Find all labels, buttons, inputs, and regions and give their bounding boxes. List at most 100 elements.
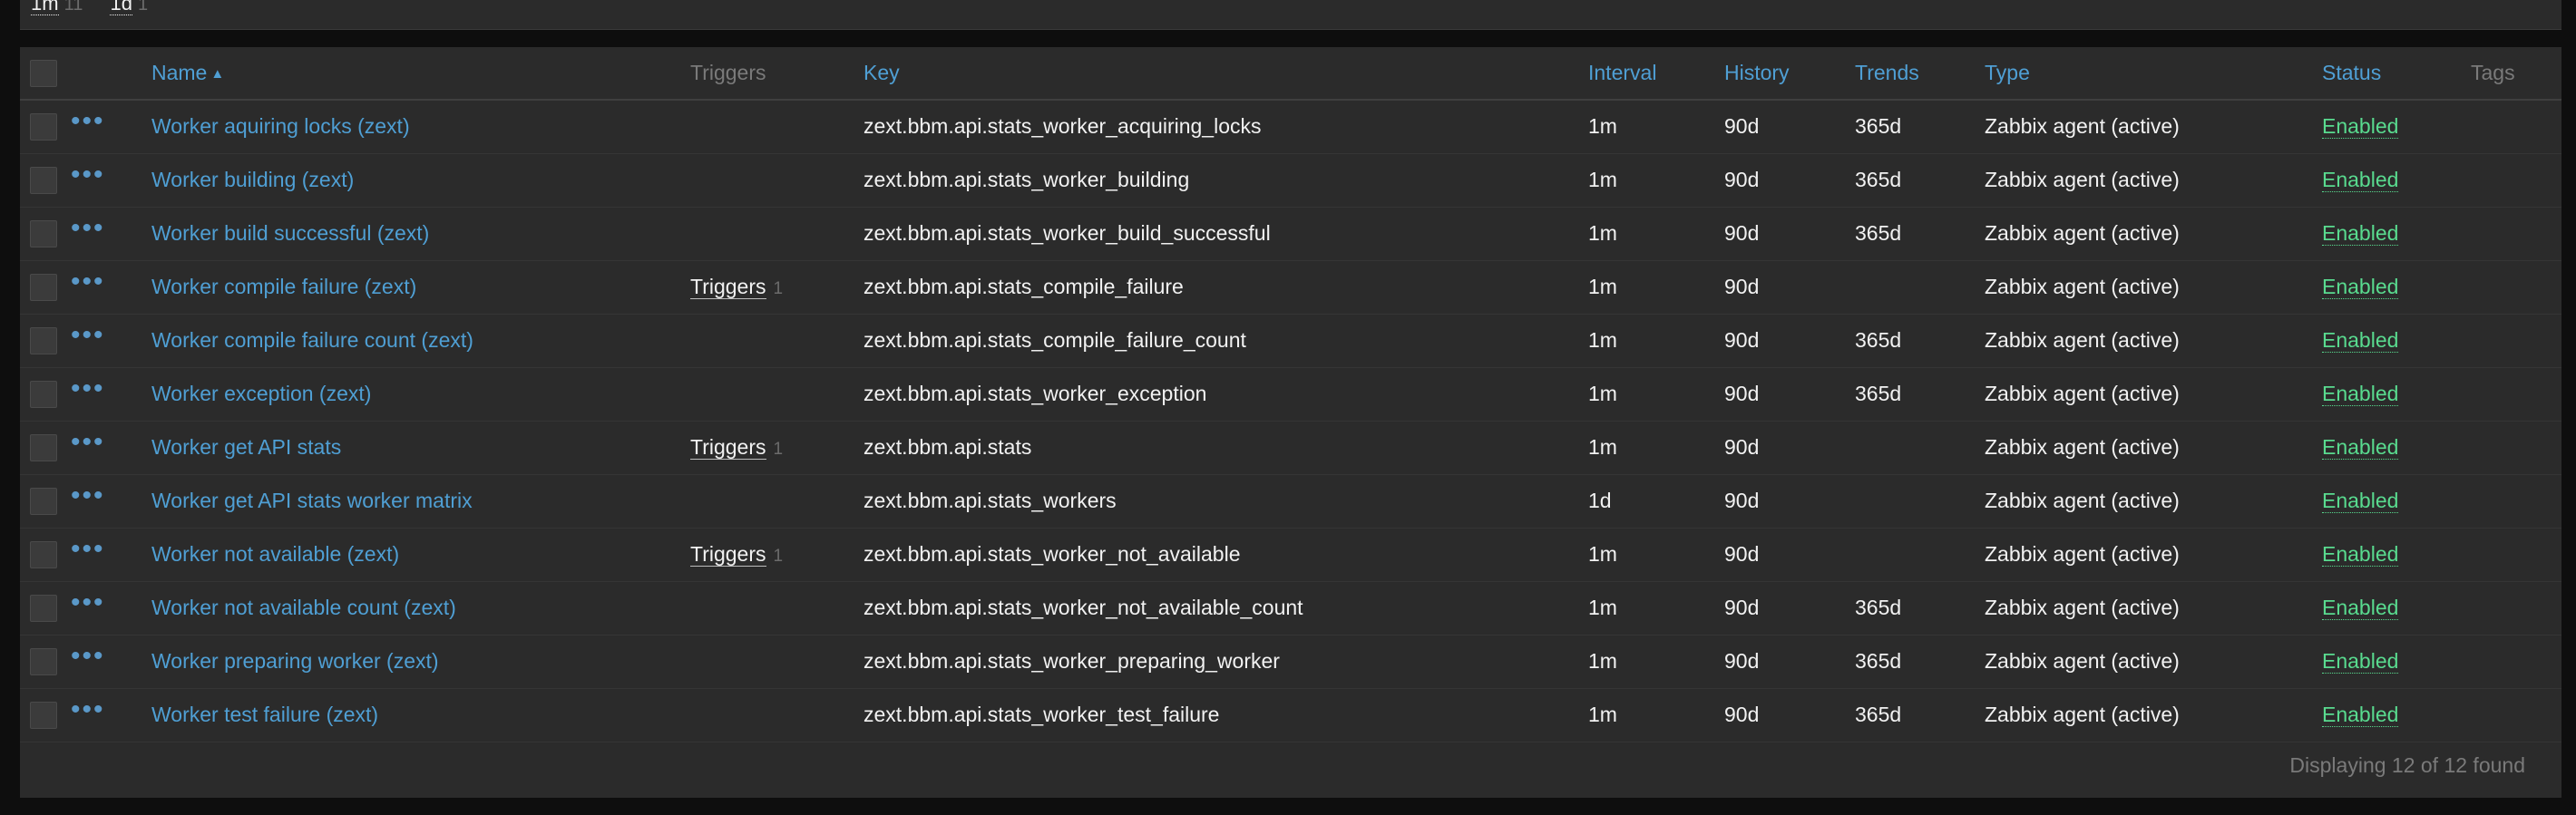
table-row: ••• Worker not available (zext) Triggers 1 z… [20,528,2561,581]
item-history-cell: 90d [1724,542,1760,566]
item-status-toggle[interactable]: Enabled [2322,168,2399,192]
row-checkbox[interactable] [30,433,57,461]
item-status-toggle[interactable]: Enabled [2322,596,2399,620]
item-trends-cell [1855,421,1985,474]
row-actions-cell: ••• [71,100,151,153]
filter-tag-1d[interactable]: 1d 1 [110,0,148,15]
ellipsis-icon[interactable]: ••• [71,106,105,136]
select-all-cell [20,47,71,100]
row-checkbox[interactable] [30,273,57,301]
item-status-toggle[interactable]: Enabled [2322,649,2399,674]
ellipsis-icon[interactable]: ••• [71,694,105,724]
row-checkbox[interactable] [30,219,57,247]
item-history-cell: 90d [1724,168,1760,191]
row-checkbox[interactable] [30,594,57,622]
ellipsis-icon[interactable]: ••• [71,641,105,671]
filter-tags: 1m 11 1d 1 [31,0,170,15]
column-header-interval[interactable]: Interval [1588,47,1724,100]
row-select-cell [20,100,71,153]
item-trends-cell [1855,260,1985,314]
item-name-link[interactable]: Worker compile failure (zext) [151,275,416,298]
item-status-toggle[interactable]: Enabled [2322,221,2399,246]
ellipsis-icon[interactable]: ••• [71,320,105,350]
items-page: 1m 11 1d 1 Name ▲ Triggers Key Interval … [0,0,2576,815]
item-triggers-cell [690,153,864,207]
item-type-cell: Zabbix agent (active) [1985,275,2180,298]
item-type-cell: Zabbix agent (active) [1985,435,2180,459]
row-actions-cell: ••• [71,421,151,474]
column-header-name[interactable]: Name ▲ [151,47,690,100]
ellipsis-icon[interactable]: ••• [71,267,105,296]
item-name-link[interactable]: Worker get API stats worker matrix [151,489,473,512]
table-row: ••• Worker get API stats worker matrix zex… [20,474,2561,528]
row-actions-cell: ••• [71,635,151,688]
item-status-cell: Enabled [2322,528,2471,581]
ellipsis-icon[interactable]: ••• [71,480,105,510]
item-type-cell: Zabbix agent (active) [1985,168,2180,191]
item-name-link[interactable]: Worker building (zext) [151,168,354,191]
column-header-key[interactable]: Key [864,47,1588,100]
column-header-type[interactable]: Type [1985,47,2322,100]
column-header-history[interactable]: History [1724,47,1855,100]
select-all-checkbox[interactable] [30,59,57,87]
item-triggers-link[interactable]: Triggers [690,435,766,460]
item-triggers-link[interactable]: Triggers [690,542,766,567]
item-status-toggle[interactable]: Enabled [2322,703,2399,727]
item-triggers-count: 1 [773,547,784,566]
filter-tag-1m[interactable]: 1m 11 [31,0,83,15]
row-checkbox[interactable] [30,326,57,354]
ellipsis-icon[interactable]: ••• [71,587,105,617]
item-status-cell: Enabled [2322,635,2471,688]
item-status-toggle[interactable]: Enabled [2322,382,2399,406]
table-row: ••• Worker build successful (zext) zext.bb… [20,207,2561,260]
row-checkbox[interactable] [30,112,57,141]
item-status-toggle[interactable]: Enabled [2322,275,2399,299]
item-name-link[interactable]: Worker get API stats [151,435,341,459]
row-checkbox[interactable] [30,701,57,729]
filter-tag-label[interactable]: 1m [31,0,59,15]
item-key-cell: zext.bbm.api.stats_worker_acquiring_lock… [864,114,1262,139]
item-name-link[interactable]: Worker exception (zext) [151,382,371,405]
item-name-link[interactable]: Worker compile failure count (zext) [151,328,473,352]
item-triggers-link[interactable]: Triggers [690,275,766,299]
item-status-toggle[interactable]: Enabled [2322,435,2399,460]
row-checkbox[interactable] [30,540,57,568]
row-select-cell [20,474,71,528]
item-interval-cell: 1m [1588,382,1617,405]
column-header-trends[interactable]: Trends [1855,47,1985,100]
item-name-cell: Worker preparing worker (zext) [151,635,690,688]
filter-tag-label[interactable]: 1d [110,0,132,15]
item-name-link[interactable]: Worker not available count (zext) [151,596,456,619]
ellipsis-icon[interactable]: ••• [71,213,105,243]
item-interval-cell: 1m [1588,596,1617,619]
item-history-cell: 90d [1724,275,1760,298]
item-history-cell: 90d [1724,649,1760,673]
item-status-toggle[interactable]: Enabled [2322,114,2399,140]
item-trends-cell: 365d [1855,703,1902,726]
ellipsis-icon[interactable]: ••• [71,427,105,457]
filter-tag-count: 1 [137,0,149,15]
item-name-link[interactable]: Worker aquiring locks (zext) [151,114,410,138]
item-type-cell: Zabbix agent (active) [1985,328,2180,352]
item-name-link[interactable]: Worker test failure (zext) [151,703,378,726]
row-checkbox[interactable] [30,647,57,675]
item-status-toggle[interactable]: Enabled [2322,542,2399,567]
item-name-link[interactable]: Worker preparing worker (zext) [151,649,439,673]
row-actions-cell: ••• [71,260,151,314]
row-select-cell [20,260,71,314]
ellipsis-icon[interactable]: ••• [71,160,105,189]
item-history-cell: 90d [1724,221,1760,245]
item-interval-cell: 1m [1588,275,1617,298]
item-status-toggle[interactable]: Enabled [2322,328,2399,353]
item-name-link[interactable]: Worker not available (zext) [151,542,399,566]
row-checkbox[interactable] [30,380,57,408]
item-status-toggle[interactable]: Enabled [2322,489,2399,513]
row-checkbox[interactable] [30,487,57,515]
row-checkbox[interactable] [30,166,57,194]
row-actions-cell: ••• [71,474,151,528]
column-header-name-label[interactable]: Name [151,61,207,84]
ellipsis-icon[interactable]: ••• [71,534,105,564]
item-name-link[interactable]: Worker build successful (zext) [151,221,429,245]
column-header-status[interactable]: Status [2322,47,2471,100]
ellipsis-icon[interactable]: ••• [71,374,105,403]
